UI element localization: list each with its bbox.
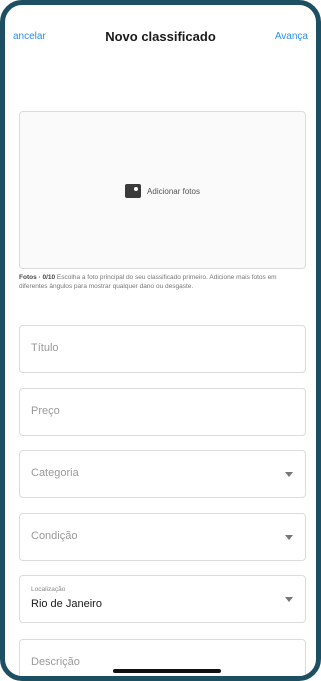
condition-select[interactable]: Condição (19, 513, 306, 561)
description-field[interactable]: Descrição (19, 639, 306, 676)
description-placeholder: Descrição (31, 656, 80, 668)
category-placeholder: Categoria (31, 467, 79, 479)
photos-count: Fotos · 0/10 (19, 274, 56, 281)
nav-header: ancelar Novo classificado Avança (5, 5, 316, 63)
price-placeholder: Preço (31, 405, 60, 417)
chevron-down-icon (285, 472, 293, 477)
category-select[interactable]: Categoria (19, 450, 306, 498)
add-photos-button[interactable]: Adicionar fotos (20, 184, 305, 198)
photos-hint-text: Escolha a foto principal do seu classifi… (19, 274, 277, 290)
location-value: Rio de Janeiro (31, 598, 102, 610)
photos-hint: Fotos · 0/10 Escolha a foto principal do… (19, 273, 306, 291)
price-field[interactable]: Preço (19, 388, 306, 436)
next-button[interactable]: Avança (275, 31, 308, 42)
page-title: Novo classificado (105, 29, 216, 44)
title-field[interactable]: Título (19, 325, 306, 373)
location-label: Localização (31, 586, 66, 593)
home-indicator (113, 669, 221, 673)
chevron-down-icon (285, 597, 293, 602)
photo-upload-area[interactable]: Adicionar fotos (19, 111, 306, 269)
condition-placeholder: Condição (31, 530, 78, 542)
add-photos-label: Adicionar fotos (147, 186, 200, 196)
location-select[interactable]: Localização Rio de Janeiro (19, 575, 306, 623)
add-photo-icon (125, 184, 142, 198)
title-placeholder: Título (31, 342, 59, 354)
chevron-down-icon (285, 535, 293, 540)
phone-screen: ancelar Novo classificado Avança Adicion… (0, 0, 321, 681)
